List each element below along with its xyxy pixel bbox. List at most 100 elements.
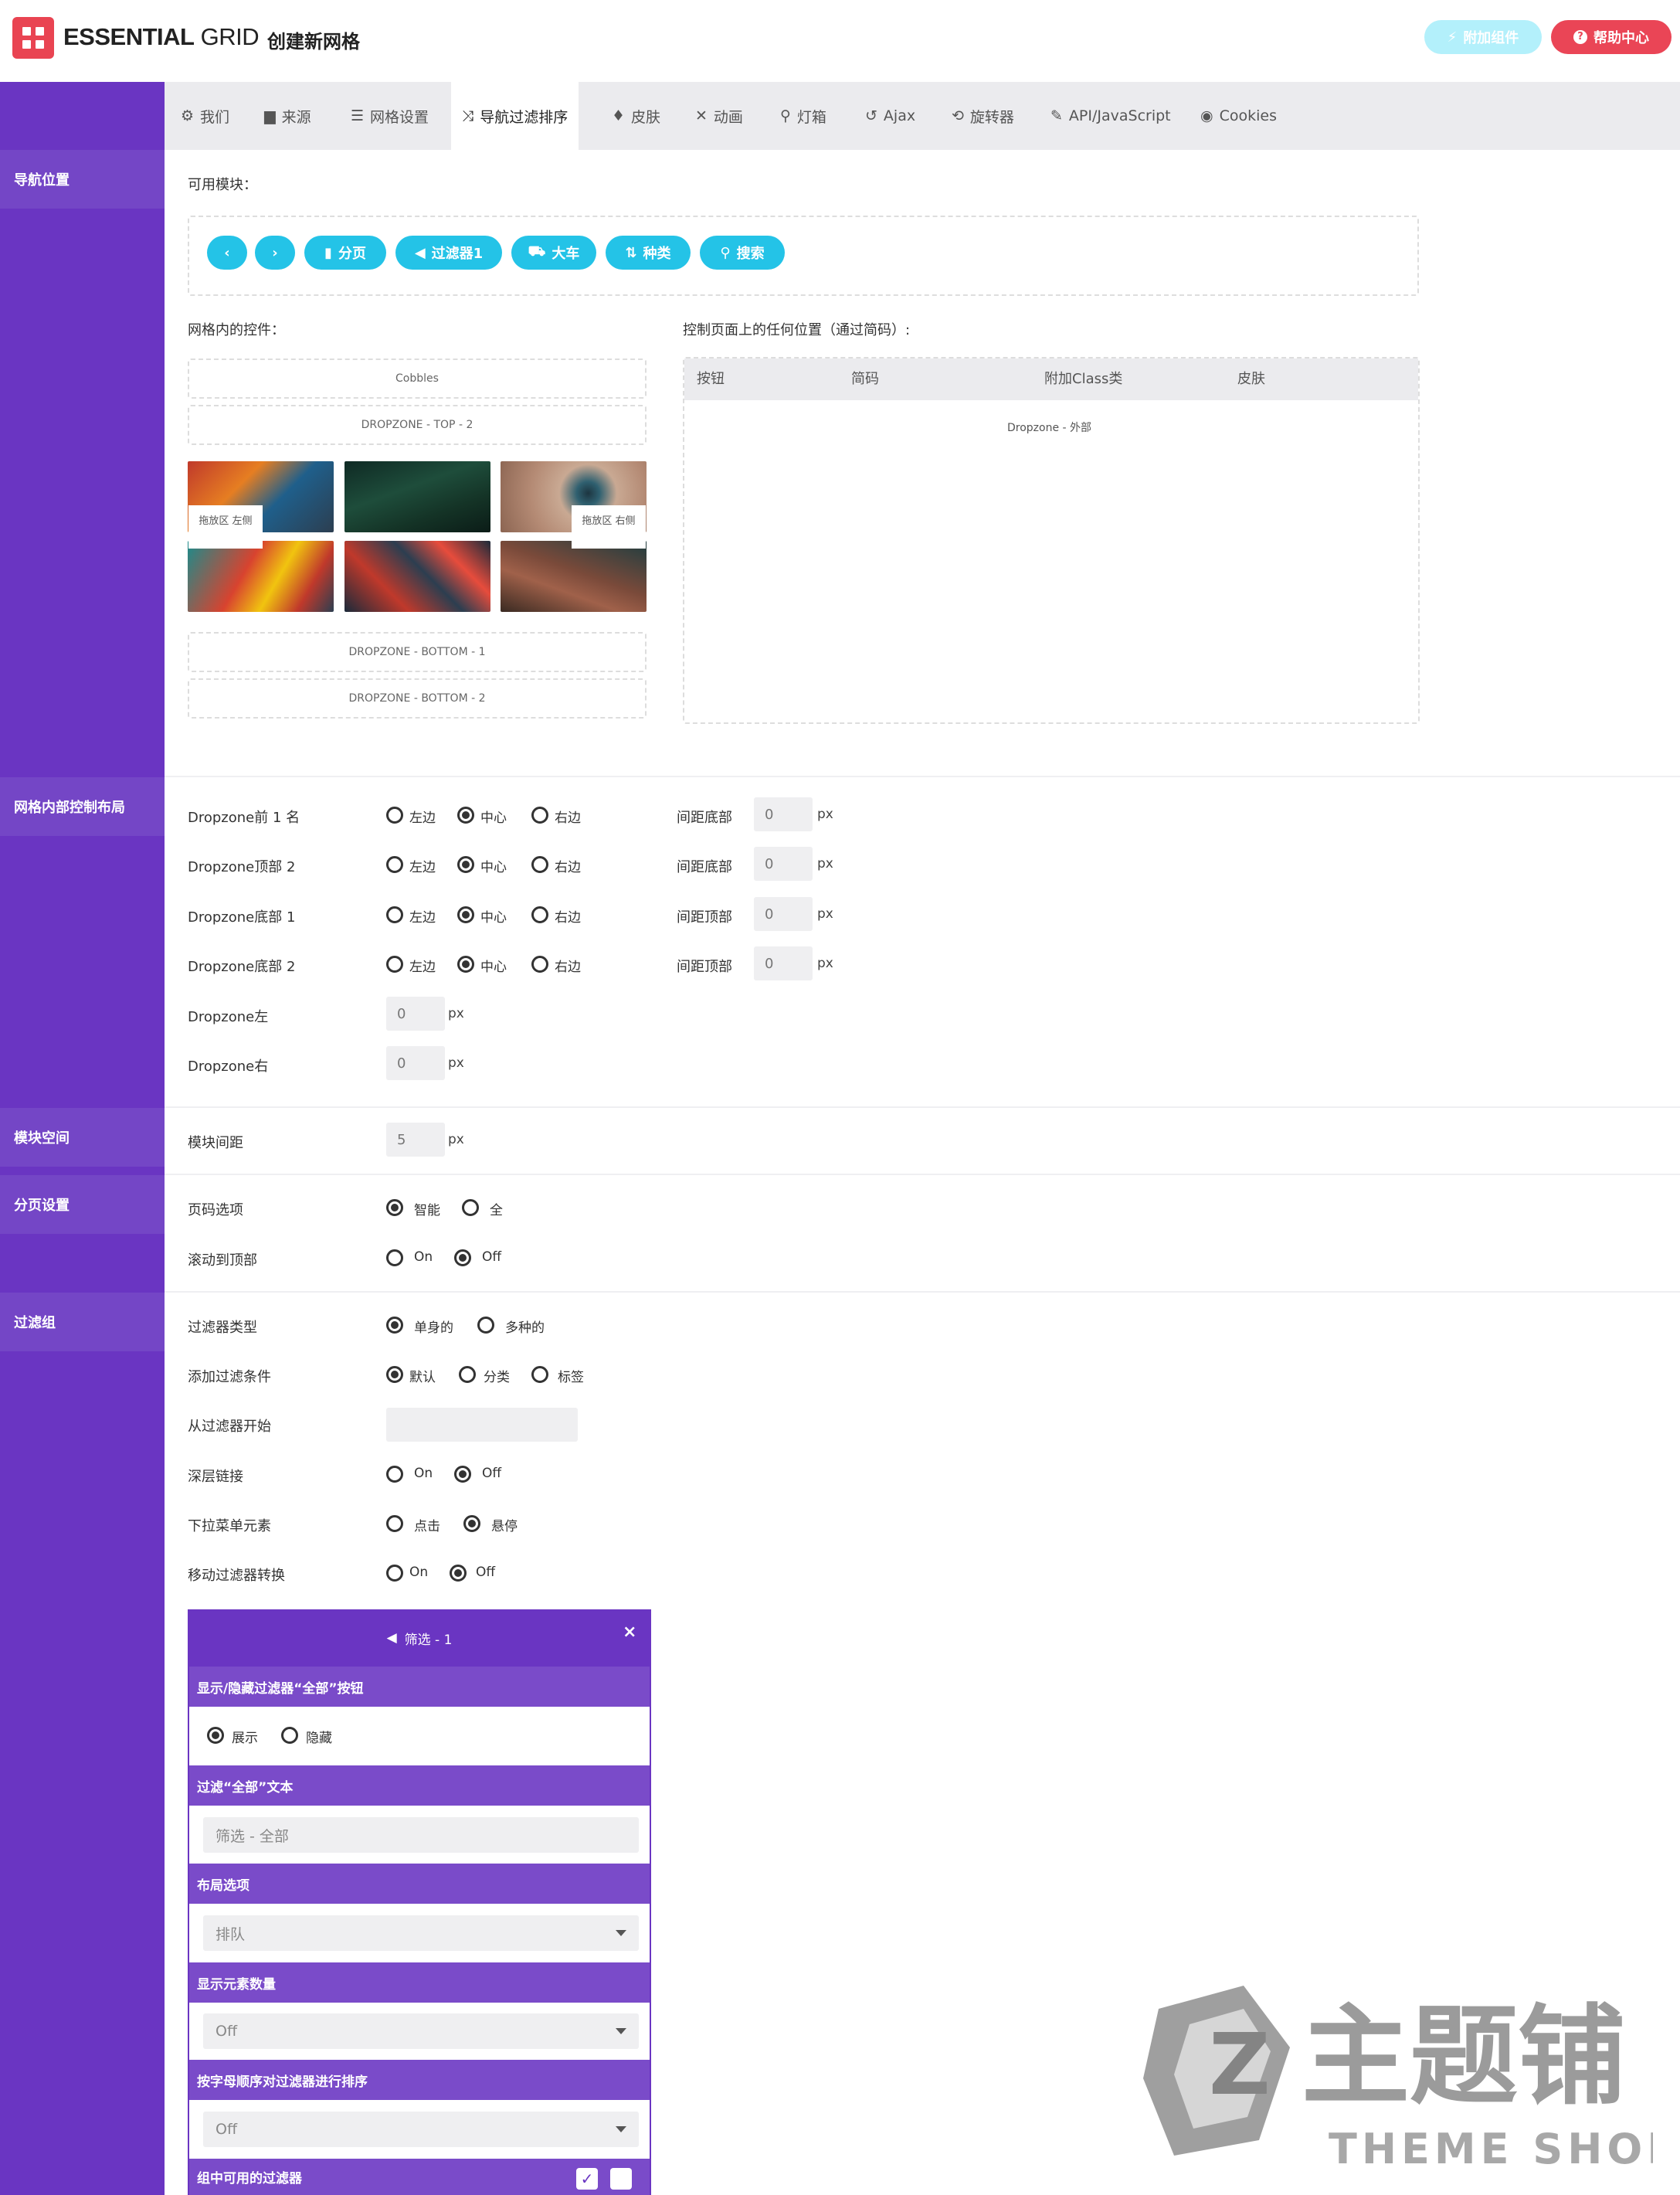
tab-animation[interactable]: ✕ 动画 bbox=[684, 82, 754, 150]
setting-label: 深层链接 bbox=[188, 1469, 243, 1485]
option-radio[interactable] bbox=[454, 1249, 471, 1266]
tab-lightbox[interactable]: ⚲ 灯箱 bbox=[769, 82, 837, 150]
alignment-radio[interactable] bbox=[386, 956, 403, 973]
alignment-radio[interactable] bbox=[531, 807, 548, 824]
tab-about[interactable]: ⚙ 我们 bbox=[170, 82, 240, 150]
option-radio[interactable] bbox=[477, 1317, 494, 1334]
module-pagination-button[interactable]: ▮ 分页 bbox=[304, 236, 386, 270]
tab-ajax[interactable]: ↺ Ajax bbox=[854, 82, 926, 150]
tools-icon: ✕ bbox=[695, 107, 708, 124]
tab-source[interactable]: ▆ 来源 bbox=[253, 82, 322, 150]
alignment-radio[interactable] bbox=[457, 956, 474, 973]
bullhorn-icon: ◀ bbox=[414, 244, 426, 261]
module-search-button[interactable]: ⚲ 搜索 bbox=[700, 236, 785, 270]
alignment-radio[interactable] bbox=[457, 807, 474, 824]
tab-spinner[interactable]: ⟲ 旋转器 bbox=[941, 82, 1025, 150]
spacing-unit: px bbox=[817, 906, 833, 922]
chevron-down-icon bbox=[616, 2126, 626, 2132]
addons-button[interactable]: ⚡ 附加组件 bbox=[1424, 20, 1542, 54]
available-modules-label: 可用模块： bbox=[188, 177, 257, 193]
setting-label: 下拉菜单元素 bbox=[188, 1518, 271, 1534]
spacing-input[interactable]: 0 bbox=[754, 946, 813, 980]
external-dropzone-table bbox=[683, 357, 1420, 724]
option-label: 智能 bbox=[414, 1203, 440, 1218]
option-radio[interactable] bbox=[386, 1249, 403, 1266]
alignment-radio[interactable] bbox=[386, 807, 403, 824]
sort-filters-select[interactable]: Off bbox=[203, 2112, 639, 2147]
side-dropzone-input[interactable]: 0 bbox=[386, 1046, 445, 1080]
dropzone-bottom-1[interactable]: DROPZONE - BOTTOM - 1 bbox=[188, 632, 647, 672]
alignment-label: 右边 bbox=[555, 860, 581, 875]
alignment-radio[interactable] bbox=[531, 906, 548, 923]
spacing-input[interactable]: 0 bbox=[754, 897, 813, 931]
side-dropzone-input[interactable]: 0 bbox=[386, 997, 445, 1031]
alignment-radio[interactable] bbox=[386, 906, 403, 923]
dropzone-bottom-2[interactable]: DROPZONE - BOTTOM - 2 bbox=[188, 678, 647, 719]
chevron-right-icon: › bbox=[272, 244, 278, 261]
eye-icon: ◉ bbox=[1200, 107, 1213, 124]
spacing-input[interactable]: 0 bbox=[754, 797, 813, 831]
option-radio[interactable] bbox=[386, 1317, 403, 1334]
module-gap-input[interactable]: 5 bbox=[386, 1123, 445, 1157]
divider bbox=[165, 1106, 1680, 1108]
all-text-input[interactable]: 筛选 - 全部 bbox=[203, 1817, 639, 1853]
alignment-label: 左边 bbox=[409, 910, 436, 926]
sort-filters-label: 按字母顺序对过滤器进行排序 bbox=[189, 2060, 650, 2100]
alignment-label: 右边 bbox=[555, 960, 581, 975]
alignment-radio[interactable] bbox=[457, 856, 474, 873]
close-icon[interactable]: × bbox=[623, 1622, 636, 1642]
option-radio[interactable] bbox=[386, 1199, 403, 1216]
module-prev-button[interactable]: ‹ bbox=[207, 236, 247, 270]
hide-all-radio[interactable] bbox=[281, 1727, 298, 1744]
module-cart-button[interactable]: ⛟ 大车 bbox=[511, 236, 596, 270]
dropzone-left[interactable]: 拖放区 左侧 bbox=[188, 505, 263, 549]
show-all-radio[interactable] bbox=[207, 1727, 224, 1744]
option-radio[interactable] bbox=[386, 1366, 403, 1383]
side-dropzone-label: Dropzone左 bbox=[188, 1009, 269, 1025]
alignment-label: 左边 bbox=[409, 810, 436, 826]
checkbox-unchecked[interactable] bbox=[610, 2168, 632, 2190]
tab-skins[interactable]: ♦ 皮肤 bbox=[601, 82, 671, 150]
plug-icon: ⚡ bbox=[1447, 29, 1458, 46]
layout-row-label: Dropzone前 1 名 bbox=[188, 810, 300, 826]
option-label: 全 bbox=[490, 1203, 503, 1218]
shuffle-icon: ⤨ bbox=[462, 107, 474, 124]
setting-label: 过滤器类型 bbox=[188, 1320, 257, 1336]
option-radio[interactable] bbox=[531, 1366, 548, 1383]
tab-grid-settings[interactable]: ☰ 网格设置 bbox=[340, 82, 440, 150]
alignment-radio[interactable] bbox=[386, 856, 403, 873]
module-filter-button[interactable]: ◀ 过滤器1 bbox=[395, 236, 502, 270]
chevron-down-icon bbox=[616, 2028, 626, 2034]
element-count-select[interactable]: Off bbox=[203, 2013, 639, 2049]
option-radio[interactable] bbox=[386, 1466, 403, 1483]
tab-api-javascript[interactable]: ✎ API/JavaScript bbox=[1040, 82, 1182, 150]
dropzone-top-2[interactable]: DROPZONE - TOP - 2 bbox=[188, 405, 647, 445]
checkbox-checked[interactable]: ✓ bbox=[576, 2168, 598, 2190]
tab-cookies[interactable]: ◉ Cookies bbox=[1190, 82, 1288, 150]
layout-row-label: Dropzone顶部 2 bbox=[188, 859, 296, 875]
option-radio[interactable] bbox=[386, 1565, 403, 1582]
start-filter-input[interactable] bbox=[386, 1408, 578, 1442]
dropzone-right[interactable]: 拖放区 右侧 bbox=[572, 505, 646, 549]
alignment-radio[interactable] bbox=[531, 956, 548, 973]
option-radio[interactable] bbox=[386, 1515, 403, 1532]
alignment-radio[interactable] bbox=[531, 856, 548, 873]
module-next-button[interactable]: › bbox=[255, 236, 295, 270]
help-center-button[interactable]: ? 帮助中心 bbox=[1551, 20, 1672, 54]
option-radio[interactable] bbox=[459, 1366, 476, 1383]
section-nav-position: 导航位置 bbox=[0, 150, 165, 209]
dropzone-cobbles[interactable]: Cobbles bbox=[188, 358, 647, 399]
option-radio[interactable] bbox=[450, 1565, 467, 1582]
cart-icon: ⛟ bbox=[528, 243, 546, 260]
layout-option-select[interactable]: 排队 bbox=[203, 1915, 639, 1951]
option-label: 标签 bbox=[558, 1370, 584, 1385]
option-radio[interactable] bbox=[462, 1199, 479, 1216]
option-radio[interactable] bbox=[454, 1466, 471, 1483]
option-radio[interactable] bbox=[463, 1515, 480, 1532]
dropzone-external[interactable]: Dropzone - 外部 bbox=[1007, 420, 1091, 435]
tab-nav-filter-sort[interactable]: ⤨ 导航过滤排序 bbox=[451, 82, 579, 150]
spacing-input[interactable]: 0 bbox=[754, 847, 813, 881]
module-sort-button[interactable]: ⇅ 种类 bbox=[606, 236, 691, 270]
essential-grid-logo-icon bbox=[12, 17, 54, 59]
alignment-radio[interactable] bbox=[457, 906, 474, 923]
